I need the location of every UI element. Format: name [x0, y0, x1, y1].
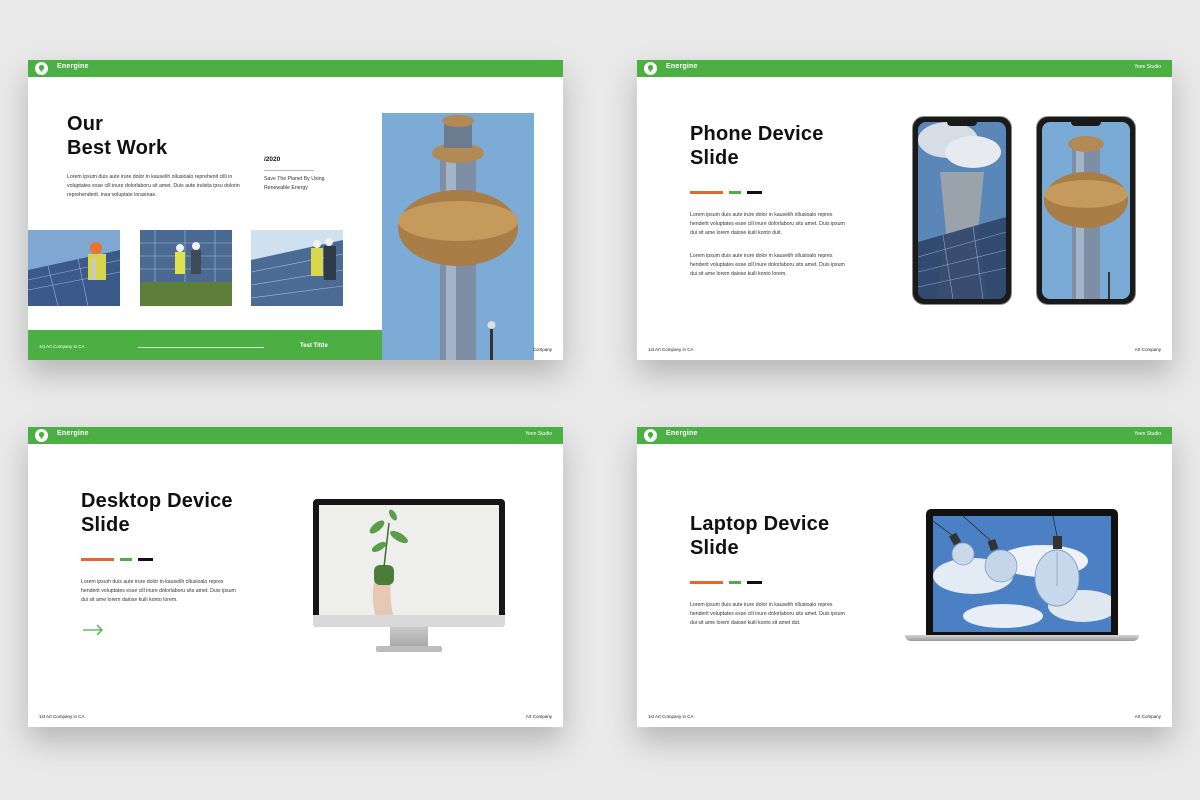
desktop-monitor [313, 499, 505, 627]
bulb-logo-icon [644, 62, 657, 75]
bulb-logo-icon [35, 62, 48, 75]
studio-name: Yeen Studio [525, 431, 552, 437]
footer-right-text: Company [532, 347, 552, 352]
accent-bars [690, 581, 762, 584]
monitor-stand [390, 627, 428, 647]
slide-body: Lorem ipsum duis aute irure dolor in kau… [81, 579, 236, 604]
solar-field-photo [251, 230, 343, 306]
laptop-base [905, 635, 1139, 641]
slide-title: Desktop Device Slide [81, 490, 233, 536]
studio-name: Yeen Studio [1134, 64, 1161, 70]
laptop-screen-bulbs [933, 516, 1111, 632]
arrow-right-icon[interactable] [82, 623, 104, 641]
phone-mockup-1 [912, 116, 1012, 305]
top-bar: Energine Yeen Studio [637, 427, 1172, 444]
bulb-logo-icon [644, 429, 657, 442]
tower-photo [382, 113, 534, 360]
slide-our-best-work[interactable]: Energine Our Best Work Lorem ipsum duis … [28, 60, 563, 360]
monitor-chin [313, 615, 505, 627]
footer-left-text: 1st Art Company in CA [648, 347, 694, 352]
brand-name: Energine [666, 63, 698, 70]
divider [264, 170, 314, 171]
tagline: Save The Planet By Using Renewable Energ… [264, 176, 325, 192]
phone-screen-cooling-tower [918, 122, 1006, 299]
top-bar: Energine Yeen Studio [28, 427, 563, 444]
footer-line [138, 347, 264, 348]
phone-screen-tower [1042, 122, 1130, 299]
year-label: /2020 [264, 156, 281, 163]
slide-body: Lorem ipsum duis aute irure dolor in kau… [67, 174, 240, 199]
studio-name: Yeen Studio [1134, 431, 1161, 437]
top-bar: Energine [28, 60, 563, 77]
phone-notch [1071, 121, 1101, 126]
brand-name: Energine [57, 63, 89, 70]
phone-mockup-2 [1036, 116, 1136, 305]
monitor-base [376, 646, 442, 652]
slide-body-1: Lorem ipsum duis aute irure dolor in kau… [690, 212, 845, 237]
slide-title: Laptop Device Slide [690, 513, 830, 559]
footer-right-text: Art Company [1134, 347, 1161, 352]
brand-name: Energine [57, 430, 89, 437]
bulb-logo-icon [35, 429, 48, 442]
slide-laptop-device[interactable]: Energine Yeen Studio Laptop Device Slide… [637, 427, 1172, 727]
engineers-photo [140, 230, 232, 306]
top-bar: Energine Yeen Studio [637, 60, 1172, 77]
brand-name: Energine [666, 430, 698, 437]
accent-bars [690, 191, 762, 194]
monitor-screen-plant [319, 505, 499, 615]
slide-desktop-device[interactable]: Energine Yeen Studio Desktop Device Slid… [28, 427, 563, 727]
phone-notch [947, 121, 977, 126]
footer-left-text: 1st Art Company in CA [39, 344, 85, 349]
footer-left-text: 1st Art Company in CA [648, 714, 694, 719]
slide-title: Our Best Work [67, 113, 168, 159]
accent-bars [81, 558, 153, 561]
slide-body-2: Lorem ipsum duis aute irure dolor in kau… [690, 253, 845, 278]
footer-right-text: Art Company [1134, 714, 1161, 719]
footer-left-text: 1st Art Company in CA [39, 714, 85, 719]
solar-worker-photo [28, 230, 120, 306]
green-footer-band: 1st Art Company in CA Test Tittle [28, 330, 382, 360]
footer-right-text: Art Company [525, 714, 552, 719]
slide-title: Phone Device Slide [690, 123, 824, 169]
test-title: Test Tittle [300, 343, 328, 349]
laptop-mockup [926, 509, 1118, 635]
slide-body: Lorem ipsum duis aute irure dolor in kau… [690, 602, 845, 627]
slide-phone-device[interactable]: Energine Yeen Studio Phone Device Slide … [637, 60, 1172, 360]
